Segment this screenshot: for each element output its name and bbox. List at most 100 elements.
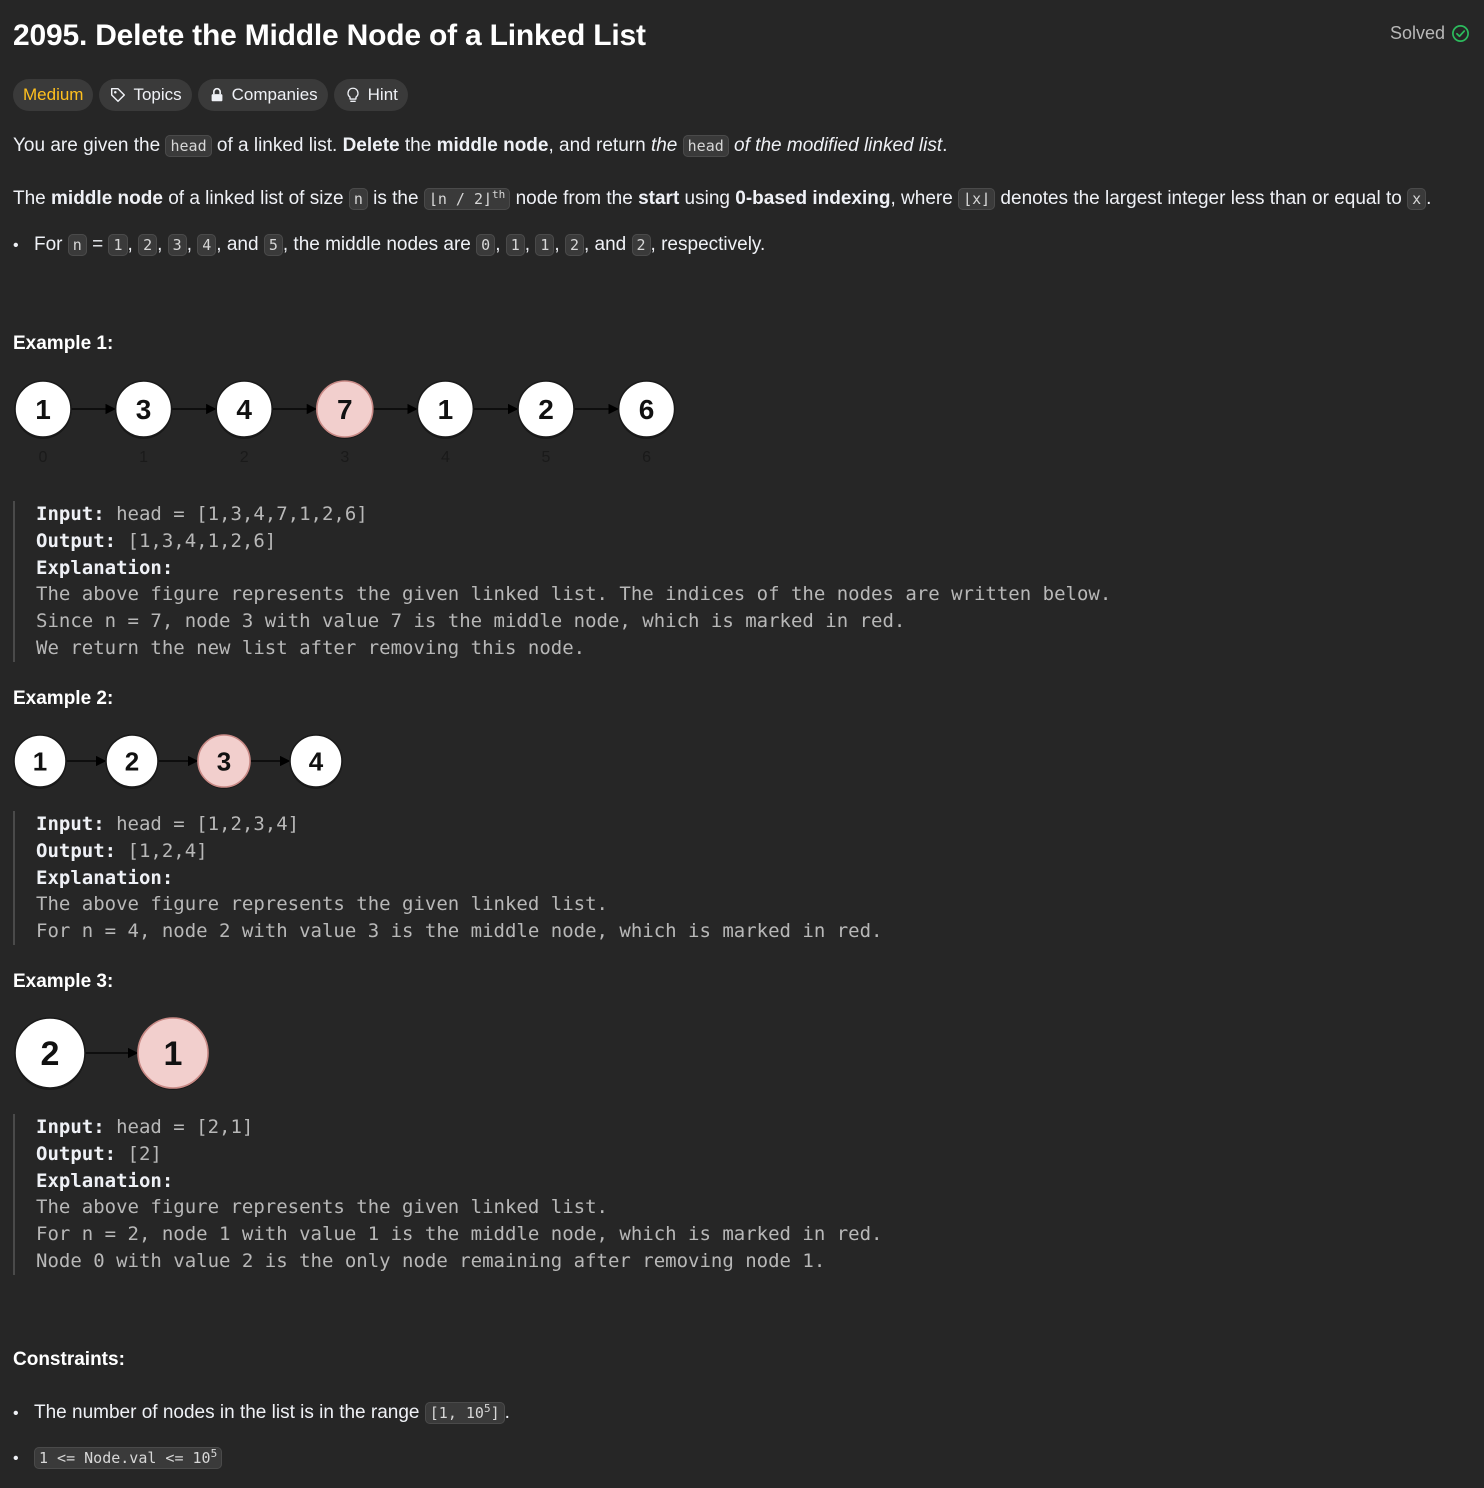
input-line: Input: head = [1,3,4,7,1,2,6] xyxy=(36,501,1111,528)
text: of a linked list. xyxy=(211,135,343,156)
companies-button[interactable]: Companies xyxy=(197,79,328,111)
superscript: 5 xyxy=(483,1402,491,1415)
difficulty-badge[interactable]: Medium xyxy=(13,79,94,111)
bullet-dot: • xyxy=(13,1450,19,1467)
example-2-heading: Example 2: xyxy=(13,688,114,709)
problem-title[interactable]: 2095. Delete the Middle Node of a Linked… xyxy=(13,14,1470,58)
text: the xyxy=(399,135,437,156)
bullet-dot: • xyxy=(13,237,19,254)
solved-status: Solved xyxy=(1390,23,1470,44)
input-value: head = [2,1] xyxy=(104,1116,254,1138)
text: , respectively. xyxy=(650,234,766,255)
output-value: [1,2,4] xyxy=(116,839,208,862)
text: is the xyxy=(367,188,424,209)
code-text: 1 <= Node.val <= 10 xyxy=(39,1449,211,1467)
text: = xyxy=(86,234,109,255)
italic-text: the xyxy=(650,135,678,156)
companies-label: Companies xyxy=(231,85,318,104)
inline-code: 1 xyxy=(108,234,128,256)
text: . xyxy=(504,1402,510,1423)
text: . xyxy=(942,135,948,156)
node-index: 0 xyxy=(39,449,48,466)
text: node from the xyxy=(510,188,639,209)
output-label: Output: xyxy=(36,839,117,862)
inline-code: n xyxy=(67,234,87,256)
inline-code: 2 xyxy=(564,234,584,256)
input-line: Input: head = [2,1] xyxy=(36,1114,882,1141)
description-paragraph-2: The middle node of a linked list of size… xyxy=(13,181,1431,213)
explanation-line: Node 0 with value 2 is the only node rem… xyxy=(36,1249,826,1272)
bold-text: middle node xyxy=(51,188,163,209)
inline-code: n xyxy=(348,188,368,210)
input-value: head = [1,3,4,7,1,2,6] xyxy=(104,503,368,525)
check-circle-icon xyxy=(1452,25,1469,42)
explanation-line: For n = 4, node 2 with value 3 is the mi… xyxy=(36,920,883,943)
explanation-line: For n = 2, node 1 with value 1 is the mi… xyxy=(36,1223,883,1246)
inline-code: 4 xyxy=(197,234,217,256)
node-value: 3 xyxy=(217,746,231,776)
solved-label: Solved xyxy=(1389,23,1445,43)
node-index: 4 xyxy=(441,449,450,466)
tag-icon xyxy=(111,87,126,103)
topics-button[interactable]: Topics xyxy=(99,79,192,111)
explanation-label-line: Explanation: xyxy=(36,865,882,892)
node-value: 2 xyxy=(41,1035,60,1073)
output-value: [2] xyxy=(116,1142,162,1165)
bold-text: Delete xyxy=(342,135,400,156)
example-1-heading: Example 1: xyxy=(13,333,114,354)
superscript: 5 xyxy=(210,1447,218,1460)
input-label: Input: xyxy=(36,1116,105,1138)
example-2-linked-list-diagram: 1 2 3 4 xyxy=(13,734,343,789)
text: of a linked list of size xyxy=(162,188,349,209)
input-label: Input: xyxy=(36,503,105,525)
node-index: 5 xyxy=(542,449,551,466)
input-value: head = [1,2,3,4] xyxy=(104,813,300,835)
inline-code: 0 xyxy=(476,234,496,256)
text: . xyxy=(1426,188,1432,209)
inline-code: 2 xyxy=(138,234,158,256)
bold-text: 0-based indexing xyxy=(735,188,891,209)
output-value: [1,3,4,1,2,6] xyxy=(116,529,277,552)
text: and xyxy=(226,234,259,255)
explanation-label-line: Explanation: xyxy=(36,555,1111,582)
output-label: Output: xyxy=(36,1142,117,1165)
node-index: 1 xyxy=(139,449,148,466)
inline-code: 1 <= Node.val <= 105 xyxy=(34,1447,223,1469)
code-text: [1, 10 xyxy=(429,1404,484,1422)
node-value: 1 xyxy=(33,746,47,776)
tag-row: Medium Topics Companies Hint xyxy=(13,79,408,111)
text: , and return xyxy=(548,135,651,156)
node-value: 1 xyxy=(164,1035,183,1073)
inline-code: head xyxy=(682,135,729,157)
example-2-block: Input: head = [1,2,3,4] Output: [1,2,4] Ex… xyxy=(13,811,882,945)
text: , the middle nodes are xyxy=(282,234,477,255)
text: The xyxy=(13,188,52,209)
inline-code: ⌊x⌋ xyxy=(958,188,996,210)
text: The number of nodes in the list is in th… xyxy=(34,1402,425,1423)
inline-code: ⌊n / 2⌋th xyxy=(423,188,511,210)
lock-icon xyxy=(211,87,223,102)
hint-button[interactable]: Hint xyxy=(333,79,408,111)
description-paragraph-1: You are given the head of a linked list.… xyxy=(13,132,947,160)
output-line: Output: [2] xyxy=(36,1141,882,1168)
explanation-label-line: Explanation: xyxy=(36,1168,882,1195)
node-index: 6 xyxy=(642,449,651,466)
node-value: 6 xyxy=(639,394,655,425)
node-value: 1 xyxy=(438,394,454,425)
input-line: Input: head = [1,2,3,4] xyxy=(36,811,882,838)
inline-code: [1, 105] xyxy=(424,1402,505,1424)
code-text: ] xyxy=(490,1404,500,1422)
input-label: Input: xyxy=(36,813,105,835)
explanation-label: Explanation: xyxy=(36,866,174,889)
text: For xyxy=(34,234,68,255)
example-3-heading: Example 3: xyxy=(13,971,114,992)
bold-text: start xyxy=(638,188,680,209)
inline-code: 5 xyxy=(263,234,283,256)
inline-code: head xyxy=(165,135,212,157)
explanation-line: The above figure represents the given li… xyxy=(36,893,608,916)
floor-expression: ⌊n / 2⌋ xyxy=(428,190,493,208)
italic-text: of the modified linked list xyxy=(734,135,943,156)
constraints-heading: Constraints: xyxy=(13,1349,125,1370)
inline-code: 1 xyxy=(505,234,525,256)
node-value: 2 xyxy=(538,394,554,425)
